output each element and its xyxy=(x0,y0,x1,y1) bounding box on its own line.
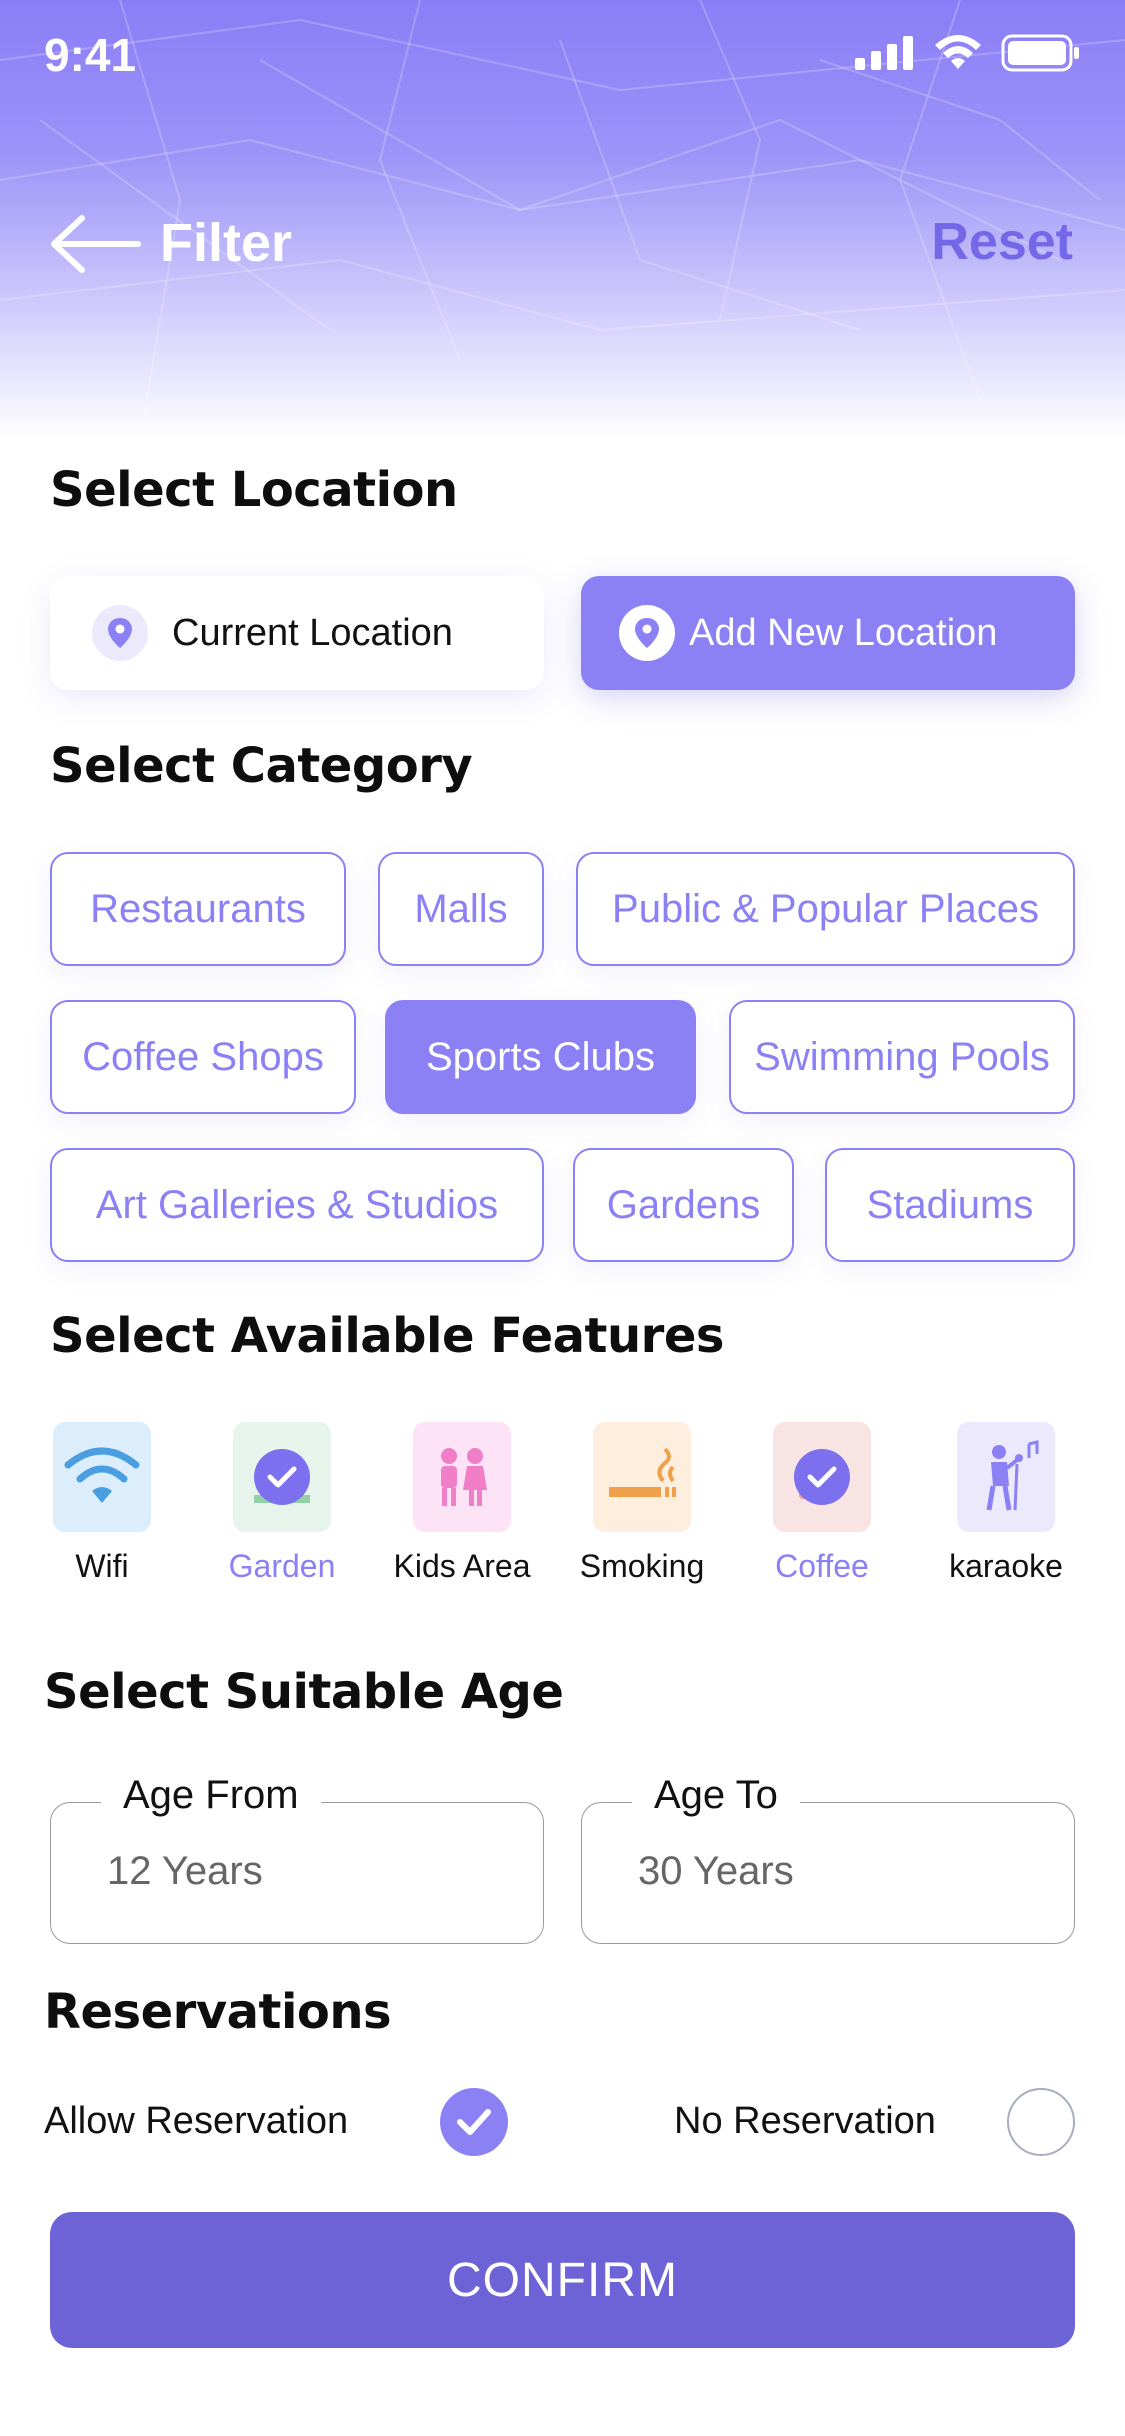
location-pin-icon xyxy=(619,605,675,661)
category-chip-art-galleries[interactable]: Art Galleries & Studios xyxy=(50,1148,544,1262)
no-reservation-radio[interactable] xyxy=(1007,2088,1075,2156)
feature-label: Smoking xyxy=(579,1548,705,1584)
chip-label: Art Galleries & Studios xyxy=(95,1182,499,1227)
category-chip-sports-clubs[interactable]: Sports Clubs xyxy=(385,1000,696,1114)
check-icon xyxy=(794,1449,850,1505)
current-location-button[interactable]: Current Location xyxy=(50,576,544,690)
feature-kids-area[interactable]: Kids Area xyxy=(372,1422,552,1585)
header: 9:41 Filter Reset xyxy=(0,0,1125,440)
page-title: Filter xyxy=(160,213,293,273)
feature-karaoke[interactable]: karaoke xyxy=(916,1422,1096,1585)
garden-icon xyxy=(233,1422,331,1532)
category-chip-restaurants[interactable]: Restaurants xyxy=(50,852,346,966)
reset-button[interactable]: Reset xyxy=(931,212,1073,272)
chip-label: Restaurants xyxy=(90,886,306,931)
chip-label: Sports Clubs xyxy=(426,1034,655,1079)
chip-label: Malls xyxy=(414,886,508,931)
age-from-field[interactable]: Age From 12 Years xyxy=(50,1773,544,1944)
category-chip-coffee-shops[interactable]: Coffee Shops xyxy=(50,1000,356,1114)
feature-label: Garden xyxy=(228,1548,336,1584)
feature-garden[interactable]: Garden xyxy=(192,1422,372,1585)
category-heading: Select Category xyxy=(50,738,473,794)
reservations-heading: Reservations xyxy=(44,1984,392,2040)
features-heading: Select Available Features xyxy=(50,1308,724,1364)
add-location-label: Add New Location xyxy=(689,611,998,654)
location-heading: Select Location xyxy=(50,462,458,518)
age-to-value: 30 Years xyxy=(638,1849,794,1893)
location-pin-icon xyxy=(92,605,148,661)
feature-smoking[interactable]: Smoking xyxy=(552,1422,732,1585)
age-to-field[interactable]: Age To 30 Years xyxy=(581,1773,1075,1944)
kids-icon xyxy=(413,1422,511,1532)
chip-label: Coffee Shops xyxy=(82,1034,324,1079)
category-chip-swimming-pools[interactable]: Swimming Pools xyxy=(729,1000,1075,1114)
age-heading: Select Suitable Age xyxy=(44,1664,564,1720)
coffee-icon xyxy=(773,1422,871,1532)
confirm-button[interactable]: CONFIRM xyxy=(50,2212,1075,2348)
signal-icon xyxy=(855,36,913,70)
smoking-icon xyxy=(593,1422,691,1532)
category-chip-public-places[interactable]: Public & Popular Places xyxy=(576,852,1075,966)
current-location-label: Current Location xyxy=(172,611,453,654)
add-location-button[interactable]: Add New Location xyxy=(581,576,1075,690)
no-reservation-label: No Reservation xyxy=(674,2100,936,2142)
feature-coffee[interactable]: Coffee xyxy=(732,1422,912,1585)
chip-label: Public & Popular Places xyxy=(612,886,1039,931)
category-chip-gardens[interactable]: Gardens xyxy=(573,1148,794,1262)
back-arrow-icon[interactable] xyxy=(48,212,144,276)
category-chip-malls[interactable]: Malls xyxy=(378,852,544,966)
feature-label: Kids Area xyxy=(393,1548,531,1584)
chip-label: Swimming Pools xyxy=(754,1034,1050,1079)
chip-label: Stadiums xyxy=(866,1182,1034,1227)
feature-wifi[interactable]: Wifi xyxy=(12,1422,192,1585)
battery-icon xyxy=(1001,34,1079,72)
allow-reservation-radio[interactable] xyxy=(440,2088,508,2156)
age-from-value: 12 Years xyxy=(107,1849,263,1893)
wifi-icon xyxy=(53,1422,151,1532)
feature-label: karaoke xyxy=(949,1548,1063,1584)
feature-label: Coffee xyxy=(775,1548,869,1584)
feature-label: Wifi xyxy=(75,1548,129,1584)
check-icon xyxy=(254,1449,310,1505)
status-icons xyxy=(855,34,1081,72)
check-icon xyxy=(457,2109,491,2135)
age-from-label: Age From xyxy=(101,1773,321,1818)
age-to-label: Age To xyxy=(632,1773,800,1818)
status-time: 9:41 xyxy=(44,29,137,81)
karaoke-icon xyxy=(957,1422,1055,1532)
allow-reservation-label: Allow Reservation xyxy=(44,2100,349,2142)
wifi-status-icon xyxy=(935,35,981,69)
chip-label: Gardens xyxy=(606,1182,761,1227)
category-chip-stadiums[interactable]: Stadiums xyxy=(825,1148,1075,1262)
